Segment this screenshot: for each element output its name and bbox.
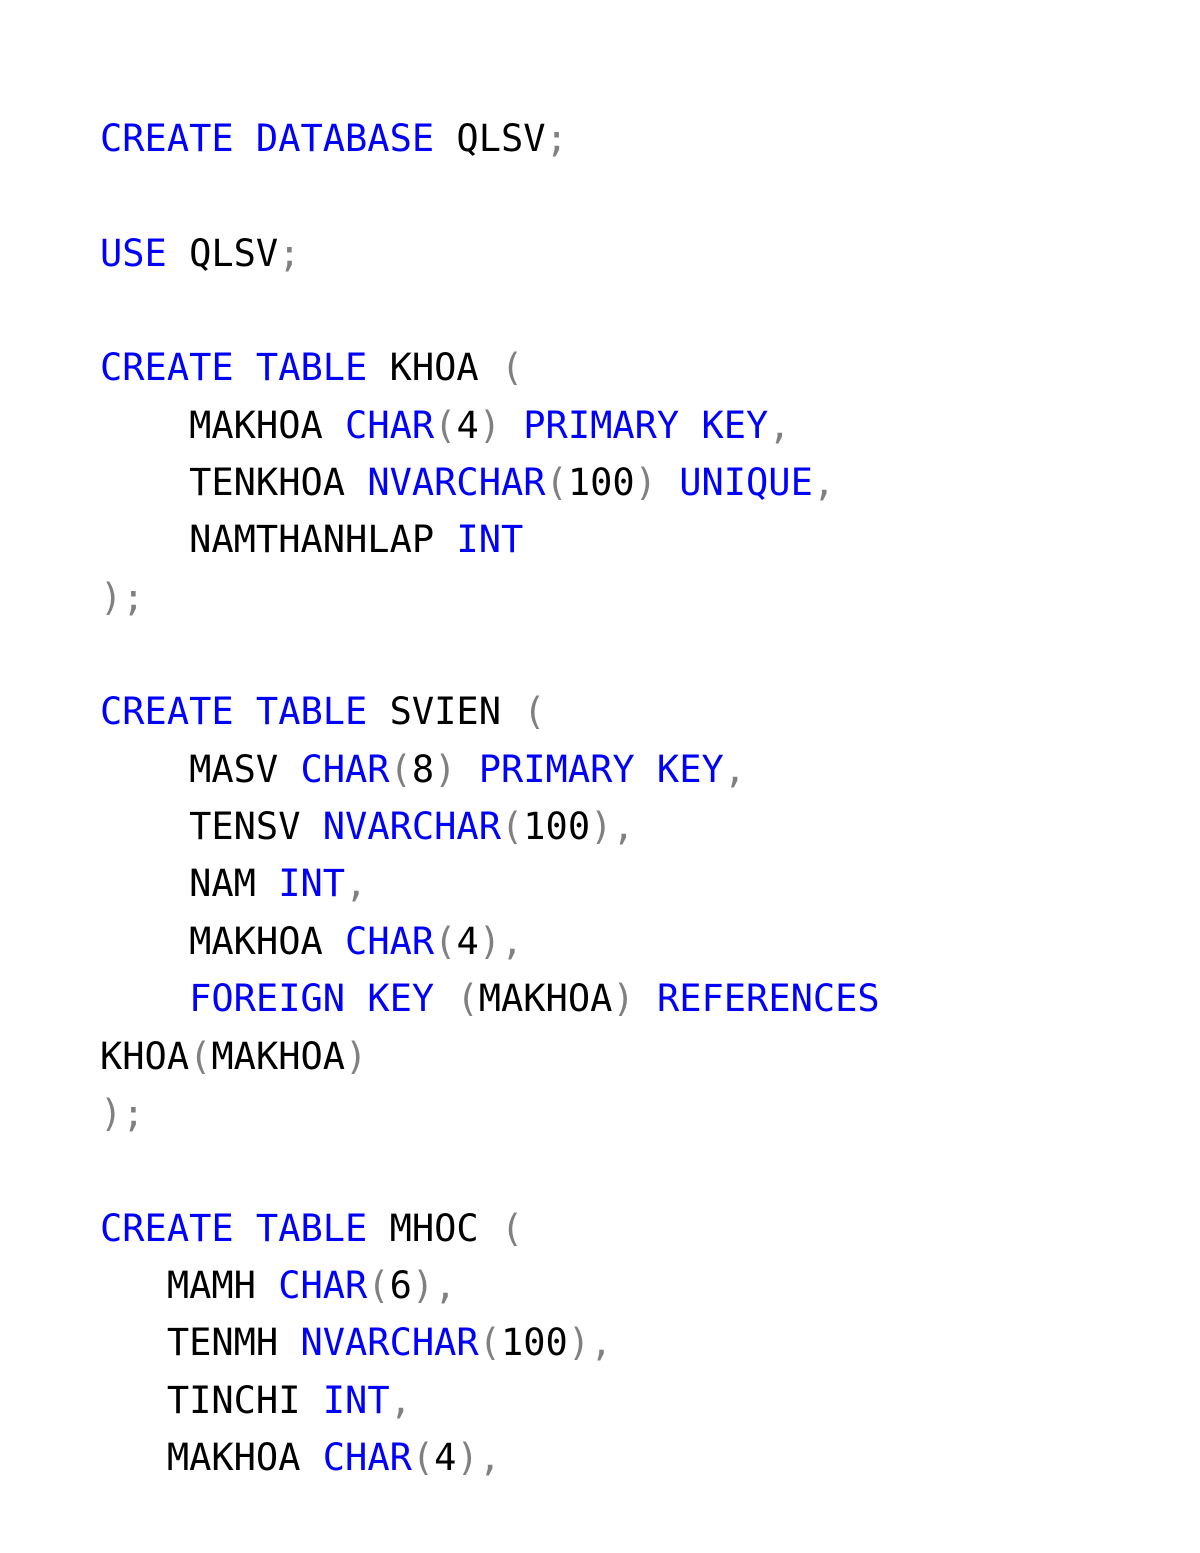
code-token: CREATE TABLE — [100, 346, 367, 389]
code-token: NVARCHAR — [367, 461, 545, 504]
code-token: CHAR — [300, 748, 389, 791]
code-token: ), — [412, 1264, 457, 1307]
code-token: NAM — [100, 862, 278, 905]
code-token: , — [813, 461, 835, 504]
code-token: ; — [546, 117, 568, 160]
code-token: , — [390, 1379, 412, 1422]
code-token: ); — [100, 576, 145, 619]
code-token: SVIEN — [367, 690, 523, 733]
code-token: , — [345, 862, 367, 905]
code-token: CREATE TABLE — [100, 1207, 367, 1250]
code-token: 100 — [568, 461, 635, 504]
code-token: ( — [501, 346, 523, 389]
code-token: USE — [100, 232, 167, 275]
code-token: ( — [434, 920, 456, 963]
code-token: NAMTHANHLAP — [100, 518, 456, 561]
code-token: CHAR — [345, 404, 434, 447]
code-token — [635, 977, 657, 1020]
code-token: UNIQUE — [679, 461, 813, 504]
code-token: MAKHOA — [100, 1436, 323, 1479]
code-token: QLSV — [434, 117, 545, 160]
code-token — [657, 461, 679, 504]
code-token: CREATE DATABASE — [100, 117, 434, 160]
code-token: , — [724, 748, 746, 791]
code-token: MASV — [100, 748, 300, 791]
code-token: ( — [412, 1436, 434, 1479]
code-token: ); — [100, 1092, 145, 1135]
code-token: ( — [367, 1264, 389, 1307]
code-token: MHOC — [367, 1207, 501, 1250]
code-token: ) — [434, 748, 456, 791]
code-token: , — [768, 404, 790, 447]
code-token: MAKHOA — [100, 920, 345, 963]
code-token: 100 — [523, 805, 590, 848]
code-token: ), — [568, 1321, 613, 1364]
code-token: MAKHOA — [479, 977, 613, 1020]
code-token: MAKHOA — [100, 404, 345, 447]
code-token: ; — [278, 232, 300, 275]
code-token: 4 — [434, 1436, 456, 1479]
code-token: INT — [278, 862, 345, 905]
code-token: NVARCHAR — [300, 1321, 478, 1364]
code-token: FOREIGN KEY — [189, 977, 434, 1020]
code-token: ) — [635, 461, 657, 504]
code-token: ( — [523, 690, 545, 733]
code-token: INT — [456, 518, 523, 561]
code-token — [100, 977, 189, 1020]
code-token: ( — [390, 748, 412, 791]
code-token: MAMH — [100, 1264, 278, 1307]
code-token: CHAR — [323, 1436, 412, 1479]
code-token: MAKHOA — [211, 1035, 345, 1078]
code-token: ), — [479, 920, 524, 963]
sql-source: CREATE DATABASE QLSV; USE QLSV; CREATE T… — [100, 117, 880, 1479]
code-token: KHOA — [100, 1035, 189, 1078]
code-token: ) — [612, 977, 634, 1020]
code-token: ( — [189, 1035, 211, 1078]
code-block: CREATE DATABASE QLSV; USE QLSV; CREATE T… — [0, 0, 1200, 1486]
code-token: ), — [590, 805, 635, 848]
code-token: TINCHI — [100, 1379, 323, 1422]
code-token: ( — [501, 805, 523, 848]
code-token: 8 — [412, 748, 434, 791]
code-token: KHOA — [367, 346, 501, 389]
code-token: PRIMARY KEY — [523, 404, 768, 447]
code-token: CHAR — [345, 920, 434, 963]
code-token: CREATE TABLE — [100, 690, 367, 733]
code-token: ), — [456, 1436, 501, 1479]
code-token: REFERENCES — [657, 977, 880, 1020]
code-token: 6 — [390, 1264, 412, 1307]
code-token: INT — [323, 1379, 390, 1422]
code-token: NVARCHAR — [323, 805, 501, 848]
code-token: ( — [479, 1321, 501, 1364]
code-token: ) — [479, 404, 501, 447]
code-token: QLSV — [167, 232, 278, 275]
code-token: TENSV — [100, 805, 323, 848]
code-token — [501, 404, 523, 447]
code-token: PRIMARY KEY — [479, 748, 724, 791]
code-token: 4 — [456, 404, 478, 447]
code-token: TENKHOA — [100, 461, 367, 504]
code-token: ( — [456, 977, 478, 1020]
code-token: ) — [345, 1035, 367, 1078]
code-token: ( — [501, 1207, 523, 1250]
code-token: 4 — [456, 920, 478, 963]
code-token: ( — [546, 461, 568, 504]
code-token: ( — [434, 404, 456, 447]
code-token: 100 — [501, 1321, 568, 1364]
code-token: TENMH — [100, 1321, 300, 1364]
code-token: CHAR — [278, 1264, 367, 1307]
code-token — [434, 977, 456, 1020]
code-token — [456, 748, 478, 791]
